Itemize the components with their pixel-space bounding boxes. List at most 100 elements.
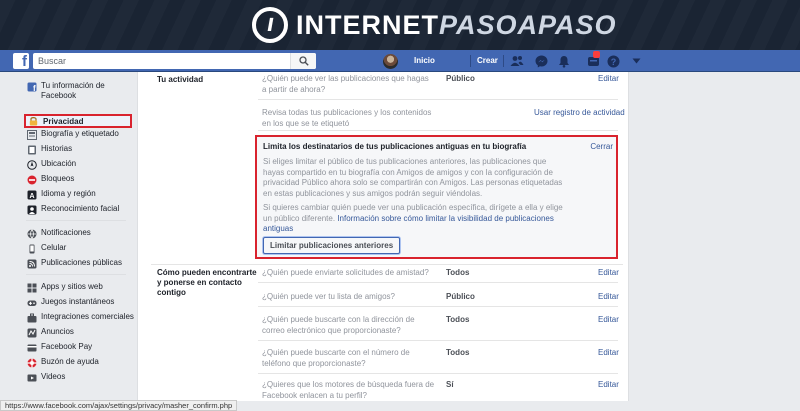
limit-past-posts-description: Si eliges limitar el público de tus publ…	[263, 157, 563, 198]
sidebar-item-label: Buzón de ayuda	[41, 357, 99, 366]
limit-past-posts-button[interactable]: Limitar publicaciones anteriores	[263, 237, 401, 254]
edit-link[interactable]: Editar	[598, 315, 619, 324]
create-link[interactable]: Crear	[477, 56, 498, 65]
close-link[interactable]: Cerrar	[590, 142, 613, 151]
facebook-top-bar: f Inicio Crear ?	[0, 50, 800, 72]
row-divider	[258, 340, 618, 341]
pay-icon	[26, 342, 37, 353]
games-icon	[26, 297, 37, 308]
sidebar-item-public-posts[interactable]: Publicaciones públicas	[26, 258, 122, 270]
limit-past-posts-note: Si quieres cambiar quién puede ver una p…	[263, 203, 563, 233]
sidebar-item-label: Reconocimiento facial	[41, 204, 120, 213]
sidebar-item-label: Juegos instantáneos	[41, 297, 115, 306]
sidebar-item-facebook-info[interactable]: f Tu información de Facebook	[26, 81, 121, 103]
rss-icon	[26, 258, 37, 269]
sidebar-item-label: Integraciones comerciales	[41, 312, 134, 321]
section-label-how-people-find-you: Cómo pueden encontrarte y ponerse en con…	[157, 268, 257, 297]
sidebar-item-label: Publicaciones públicas	[41, 258, 122, 267]
sidebar-item-label: Privacidad	[43, 116, 84, 126]
profile-avatar[interactable]	[383, 54, 398, 69]
sidebar-item-label: Videos	[41, 372, 66, 381]
sidebar-item-label: Anuncios	[41, 327, 74, 336]
browser-status-bar: https://www.facebook.com/ajax/settings/p…	[0, 400, 800, 411]
nav-divider	[470, 55, 471, 67]
setting-question: ¿Quién puede buscarte con la dirección d…	[262, 315, 415, 335]
business-icon	[26, 312, 37, 323]
sidebar-divider	[26, 220, 126, 221]
sidebar-item-privacy[interactable]: Privacidad	[24, 114, 132, 128]
sidebar-item-support-inbox[interactable]: Buzón de ayuda	[26, 357, 99, 369]
search-button[interactable]	[290, 53, 316, 69]
sidebar-item-face-recognition[interactable]: Reconocimiento facial	[26, 204, 119, 216]
setting-question: ¿Quién puede buscarte con el número de t…	[262, 348, 410, 368]
activity-log-link[interactable]: Usar registro de actividad	[534, 108, 625, 117]
setting-question: ¿Quién puede ver tu lista de amigos?	[262, 292, 395, 301]
setting-question: ¿Quién puede ver las publicaciones que h…	[262, 74, 429, 94]
language-icon: A	[26, 189, 37, 200]
svg-text:f: f	[33, 84, 36, 92]
limit-past-posts-title: Limita los destinatarios de tus publicac…	[263, 142, 527, 151]
notifications-bell-icon[interactable]	[556, 53, 572, 69]
sidebar-item-location[interactable]: Ubicación	[26, 159, 76, 171]
ads-icon	[26, 327, 37, 338]
sidebar-item-blocking[interactable]: Bloqueos	[26, 174, 74, 186]
sidebar-item-language[interactable]: A Idioma y región	[26, 189, 96, 201]
setting-value: Todos	[446, 268, 470, 277]
svg-text:A: A	[29, 193, 34, 200]
edit-link[interactable]: Editar	[598, 74, 619, 83]
facebook-logo-icon[interactable]: f	[13, 53, 29, 69]
sidebar-item-apps-websites[interactable]: Apps y sitios web	[26, 282, 103, 294]
sidebar-item-videos[interactable]: Videos	[26, 372, 65, 384]
svg-text:?: ?	[610, 57, 616, 67]
row-divider	[258, 373, 618, 374]
setting-value: Público	[446, 292, 475, 301]
location-icon	[26, 159, 37, 170]
edit-link[interactable]: Editar	[598, 348, 619, 357]
apps-icon	[26, 282, 37, 293]
edit-link[interactable]: Editar	[598, 380, 619, 389]
sidebar-item-business-integrations[interactable]: Integraciones comerciales	[26, 312, 134, 324]
setting-value: Todos	[446, 348, 470, 357]
friends-icon[interactable]	[509, 53, 525, 69]
sidebar-item-label: Ubicación	[41, 159, 77, 168]
sidebar-item-notifications[interactable]: Notificaciones	[26, 228, 91, 240]
sidebar-item-label: Apps y sitios web	[41, 282, 103, 291]
search-icon	[298, 56, 309, 66]
search-input[interactable]	[33, 53, 288, 69]
brand-name-part1: INTERNET	[296, 9, 439, 40]
help-inbox-icon	[26, 357, 37, 368]
timeline-icon	[26, 129, 37, 140]
row-divider	[258, 99, 618, 100]
sidebar-divider	[26, 274, 126, 275]
edit-link[interactable]: Editar	[598, 292, 619, 301]
sidebar-item-stories[interactable]: Historias	[26, 144, 72, 156]
sidebar-item-instant-games[interactable]: Juegos instantáneos	[26, 297, 114, 309]
row-divider	[258, 306, 618, 307]
sidebar-item-label: Tu información de Facebook	[41, 81, 105, 100]
sidebar-item-ads[interactable]: Anuncios	[26, 327, 74, 339]
content-area: f Tu información de Facebook Privacidad …	[0, 72, 800, 401]
brand-logo-group: I INTERNET PASOAPASO	[252, 6, 617, 44]
setting-question: ¿Quieres que los motores de búsqueda fue…	[262, 380, 435, 400]
nav-divider	[503, 55, 504, 67]
sidebar-item-timeline-tagging[interactable]: Biografía y etiquetado	[26, 129, 119, 141]
setting-value: Todos	[446, 315, 470, 324]
sidebar-item-label: Facebook Pay	[41, 342, 93, 351]
messenger-icon[interactable]	[533, 53, 549, 69]
sidebar-item-label: Notificaciones	[41, 228, 91, 237]
help-icon[interactable]: ?	[605, 53, 621, 69]
account-menu-caret-icon[interactable]	[628, 53, 644, 69]
setting-value: Público	[446, 74, 475, 83]
row-divider	[258, 130, 618, 131]
sidebar-item-mobile[interactable]: Celular	[26, 243, 66, 255]
sidebar-item-facebook-pay[interactable]: Facebook Pay	[26, 342, 92, 354]
sidebar-item-label: Celular	[41, 243, 67, 252]
home-link[interactable]: Inicio	[414, 56, 435, 65]
sidebar-item-label: Biografía y etiquetado	[41, 129, 119, 138]
video-icon	[26, 372, 37, 383]
section-label-your-activity: Tu actividad	[157, 75, 204, 84]
edit-link[interactable]: Editar	[598, 268, 619, 277]
block-icon	[26, 174, 37, 185]
status-url: https://www.facebook.com/ajax/settings/p…	[0, 400, 238, 411]
setting-value: Sí	[446, 380, 454, 389]
